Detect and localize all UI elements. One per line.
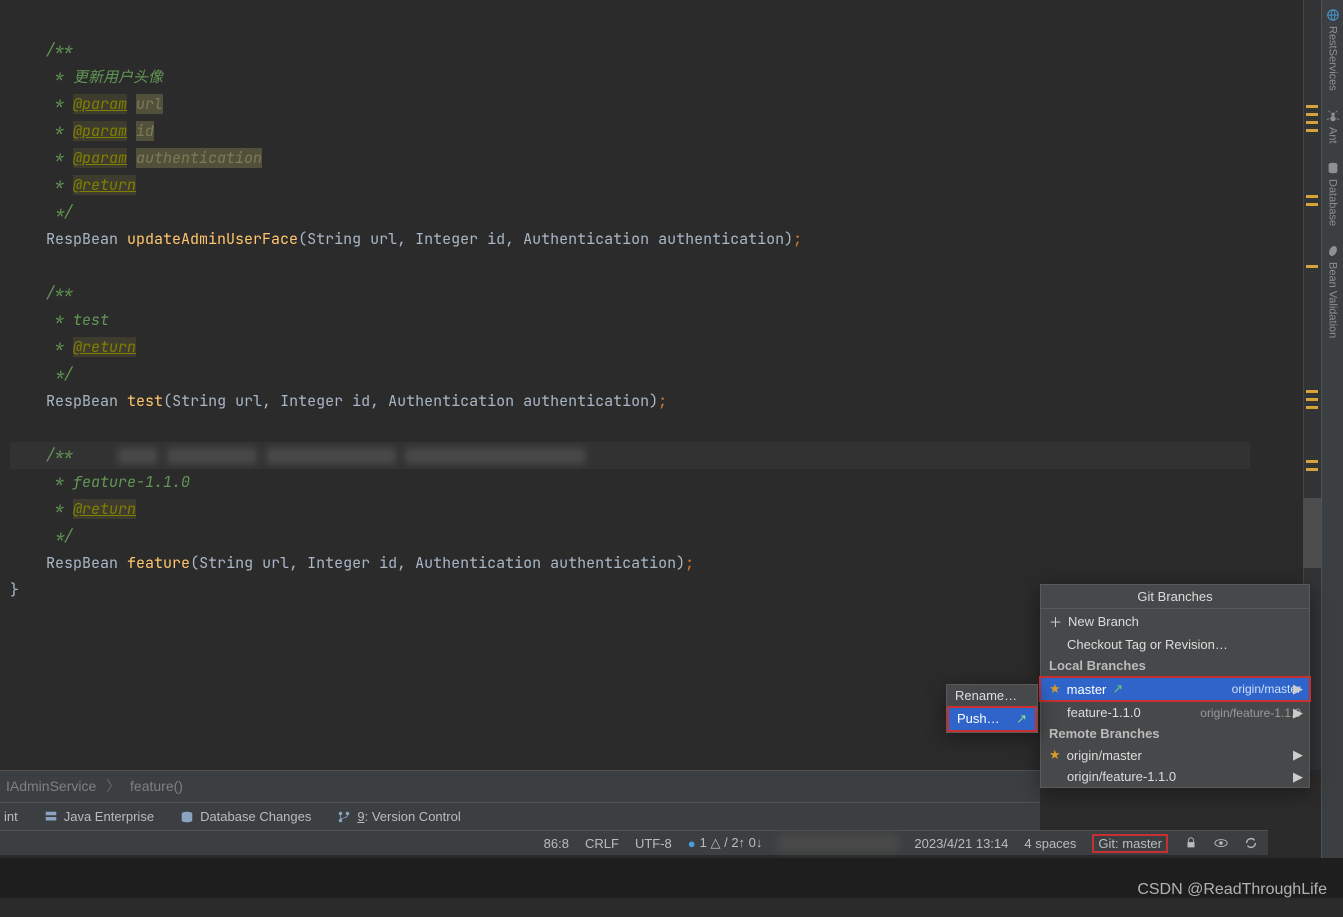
arrow-up-icon: ↗ <box>1112 681 1123 697</box>
rail-ant[interactable]: Ant <box>1326 109 1340 144</box>
submenu-arrow-icon: ▶ <box>1293 681 1303 697</box>
tool-version-control[interactable]: 9: Version Control <box>337 809 460 824</box>
checkout-tag[interactable]: Checkout Tag or Revision… <box>1041 634 1309 655</box>
git-branches-popup: Git Branches ＋ New Branch Checkout Tag o… <box>1040 584 1310 788</box>
indent[interactable]: 4 spaces <box>1024 836 1076 851</box>
chevron-right-icon: 〉 <box>106 778 120 794</box>
branch-master[interactable]: ★ master ↗ origin/master ▶ <box>1041 678 1309 700</box>
tool-tabs: int Java Enterprise Database Changes 9: … <box>0 802 1040 830</box>
watermark: CSDN @ReadThroughLife <box>1137 881 1327 899</box>
blurred <box>778 835 898 851</box>
sync-icon[interactable] <box>1244 836 1258 850</box>
remote-origin-feature[interactable]: origin/feature-1.1.0 ▶ <box>1041 766 1309 787</box>
branch-context-menu: Rename… Push… ↗ <box>946 684 1038 733</box>
git-status[interactable]: Git: master <box>1092 834 1168 853</box>
status-bar: 86:8 CRLF UTF-8 ● 1 △ / 2↑ 0↓ 2023/4/21 … <box>0 830 1268 855</box>
rail-database[interactable]: Database <box>1326 161 1340 226</box>
branch-icon <box>337 810 351 824</box>
encoding[interactable]: UTF-8 <box>635 836 672 851</box>
remote-origin-master[interactable]: ★ origin/master ▶ <box>1041 744 1309 766</box>
tool-database-changes[interactable]: Database Changes <box>180 809 311 824</box>
submenu-arrow-icon: ▶ <box>1293 705 1303 721</box>
timestamp: 2023/4/21 13:14 <box>914 836 1008 851</box>
caret-pos[interactable]: 86:8 <box>544 836 569 851</box>
breadcrumb[interactable]: IAdminService 〉 feature() <box>0 770 1040 802</box>
crumb-method[interactable]: feature() <box>130 778 183 794</box>
globe-icon: ● <box>688 836 696 851</box>
right-tool-rail: RestServices Ant Database Bean Validatio… <box>1321 0 1343 858</box>
tool-int[interactable]: int <box>4 809 18 824</box>
rail-bean-validation[interactable]: Bean Validation <box>1326 244 1340 338</box>
ctx-push[interactable]: Push… ↗ <box>949 708 1035 730</box>
bean-icon <box>1326 244 1340 258</box>
plus-icon: ＋ <box>1049 612 1062 631</box>
local-branches-header: Local Branches <box>1041 655 1309 676</box>
ant-icon <box>1326 109 1340 123</box>
lock-icon[interactable] <box>1184 836 1198 850</box>
database-icon <box>180 810 194 824</box>
line-ending[interactable]: CRLF <box>585 836 619 851</box>
doc-title: 更新用户头像 <box>73 67 163 87</box>
rest-icon <box>1326 8 1340 22</box>
popup-title: Git Branches <box>1041 585 1309 609</box>
arrow-up-icon: ↗ <box>1016 711 1027 727</box>
tool-java-enterprise[interactable]: Java Enterprise <box>44 809 154 824</box>
rail-restservices[interactable]: RestServices <box>1326 8 1340 91</box>
star-icon: ★ <box>1049 747 1061 763</box>
inspections[interactable]: ● 1 △ / 2↑ 0↓ <box>688 835 763 851</box>
remote-branches-header: Remote Branches <box>1041 723 1309 744</box>
new-branch[interactable]: ＋ New Branch <box>1041 609 1309 634</box>
crumb-class[interactable]: IAdminService <box>6 778 96 794</box>
server-icon <box>44 810 58 824</box>
submenu-arrow-icon: ▶ <box>1293 769 1303 785</box>
submenu-arrow-icon: ▶ <box>1293 747 1303 763</box>
database-icon <box>1326 161 1340 175</box>
eye-icon[interactable] <box>1214 836 1228 850</box>
branch-feature[interactable]: feature-1.1.0 origin/feature-1.1.0 ▶ <box>1041 702 1309 723</box>
ctx-rename[interactable]: Rename… <box>947 685 1037 706</box>
star-icon: ★ <box>1049 681 1061 697</box>
